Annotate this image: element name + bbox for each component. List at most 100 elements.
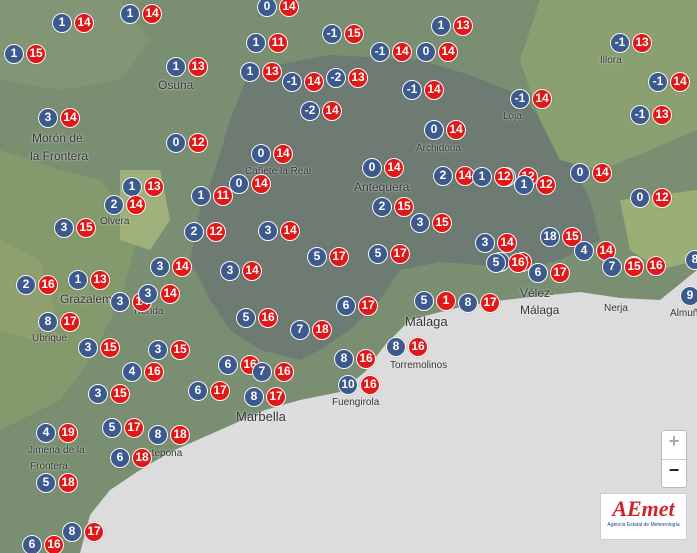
min-temp-badge[interactable]: 1 [166,57,186,77]
max-temp-badge[interactable]: 16 [44,535,64,553]
min-temp-badge[interactable]: 0 [416,42,436,62]
min-temp-badge[interactable]: -1 [282,72,302,92]
min-temp-badge[interactable]: 2 [184,222,204,242]
min-temp-badge[interactable]: 6 [22,535,42,553]
max-temp-badge[interactable]: 14 [160,284,180,304]
min-temp-badge[interactable]: 5 [36,473,56,493]
min-temp-badge[interactable]: 3 [258,221,278,241]
min-temp-badge[interactable]: 8 [62,522,82,542]
max-temp-badge[interactable]: 14 [126,195,146,215]
min-temp-badge[interactable]: 18 [540,227,560,247]
min-temp-badge[interactable]: 1 [246,33,266,53]
max-temp-badge[interactable]: 19 [58,423,78,443]
max-temp-badge[interactable]: 14 [592,163,612,183]
max-temp-badge[interactable]: 14 [392,42,412,62]
min-temp-badge[interactable]: 3 [78,338,98,358]
min-temp-badge[interactable]: 0 [424,120,444,140]
max-temp-badge[interactable]: 17 [390,244,410,264]
max-temp-badge[interactable]: 16 [408,337,428,357]
max-temp-badge[interactable]: 16 [508,253,528,273]
min-temp-badge[interactable]: 9 [680,286,697,306]
min-temp-badge[interactable]: 1 [431,16,451,36]
max-temp-badge[interactable]: 11 [213,186,233,206]
min-temp-badge[interactable]: 1 [514,175,534,195]
max-temp-badge[interactable]: 15 [624,257,644,277]
max-temp-badge[interactable]: 17 [480,293,500,313]
min-temp-badge[interactable]: 1 [52,13,72,33]
min-temp-badge[interactable]: 1 [472,167,492,187]
min-temp-badge[interactable]: -1 [648,72,668,92]
min-temp-badge[interactable]: 5 [368,244,388,264]
min-temp-badge[interactable]: 3 [88,384,108,404]
max-temp-badge[interactable]: 13 [652,105,672,125]
max-temp-badge[interactable]: 14 [172,257,192,277]
zoom-out-button[interactable]: − [662,460,686,488]
max-temp-badge[interactable]: 14 [60,108,80,128]
max-temp-badge[interactable]: 13 [453,16,473,36]
max-temp-badge[interactable]: 16 [38,275,58,295]
min-temp-badge[interactable]: 8 [334,349,354,369]
min-temp-badge[interactable]: 3 [475,233,495,253]
max-temp-badge[interactable]: 14 [532,89,552,109]
min-temp-badge[interactable]: 3 [150,257,170,277]
max-temp-badge[interactable]: 16 [258,308,278,328]
min-temp-badge[interactable]: 3 [410,213,430,233]
max-temp-badge[interactable]: 15 [26,44,46,64]
min-temp-badge[interactable]: 3 [54,218,74,238]
max-temp-badge[interactable]: 13 [188,57,208,77]
min-temp-badge[interactable]: -1 [630,105,650,125]
max-temp-badge[interactable]: 18 [170,425,190,445]
max-temp-badge[interactable]: 16 [356,349,376,369]
min-temp-badge[interactable]: 4 [36,423,56,443]
min-temp-badge[interactable]: 2 [104,195,124,215]
max-temp-badge[interactable]: 13 [144,177,164,197]
min-temp-badge[interactable]: -1 [610,33,630,53]
min-temp-badge[interactable]: 5 [236,308,256,328]
max-temp-badge[interactable]: 13 [348,68,368,88]
min-temp-badge[interactable]: 1 [4,44,24,64]
max-temp-badge[interactable]: 12 [536,175,556,195]
min-temp-badge[interactable]: 6 [110,448,130,468]
min-temp-badge[interactable]: 5 [307,247,327,267]
max-temp-badge[interactable]: 17 [266,387,286,407]
min-temp-badge[interactable]: -1 [510,89,530,109]
max-temp-badge[interactable]: 15 [344,24,364,44]
max-temp-badge[interactable]: 14 [273,144,293,164]
max-temp-badge[interactable]: 14 [322,101,342,121]
min-temp-badge[interactable]: 7 [290,320,310,340]
max-temp-badge[interactable]: 13 [262,62,282,82]
max-temp-badge[interactable]: 15 [110,384,130,404]
min-temp-badge[interactable]: 6 [218,355,238,375]
max-temp-badge[interactable]: 17 [84,522,104,542]
min-temp-badge[interactable]: 5 [102,418,122,438]
max-temp-badge[interactable]: 14 [424,80,444,100]
max-temp-badge[interactable]: 16 [274,362,294,382]
max-temp-badge[interactable]: 17 [210,381,230,401]
min-temp-badge[interactable]: 0 [630,188,650,208]
min-temp-badge[interactable]: 3 [38,108,58,128]
min-temp-badge[interactable]: 6 [188,381,208,401]
min-temp-badge[interactable]: 0 [362,158,382,178]
max-temp-badge[interactable]: 14 [142,4,162,24]
min-temp-badge[interactable]: 7 [602,257,622,277]
min-temp-badge[interactable]: 2 [16,275,36,295]
min-temp-badge[interactable]: -2 [300,101,320,121]
min-temp-badge[interactable]: 6 [528,263,548,283]
min-temp-badge[interactable]: -1 [402,80,422,100]
min-temp-badge[interactable]: 5 [414,291,434,311]
min-temp-badge[interactable]: 8 [244,387,264,407]
max-temp-badge[interactable]: 14 [304,72,324,92]
min-temp-badge[interactable]: 4 [122,362,142,382]
min-temp-badge[interactable]: 1 [122,177,142,197]
max-temp-badge[interactable]: 14 [384,158,404,178]
min-temp-badge[interactable]: 0 [570,163,590,183]
max-temp-badge[interactable]: 13 [90,270,110,290]
min-temp-badge[interactable]: 1 [240,62,260,82]
min-temp-badge[interactable]: 8 [38,312,58,332]
max-temp-badge[interactable]: 14 [74,13,94,33]
min-temp-badge[interactable]: 3 [138,284,158,304]
min-temp-badge[interactable]: -1 [322,24,342,44]
min-temp-badge[interactable]: 3 [110,292,130,312]
max-temp-badge[interactable]: 14 [446,120,466,140]
max-temp-badge[interactable]: 17 [358,296,378,316]
